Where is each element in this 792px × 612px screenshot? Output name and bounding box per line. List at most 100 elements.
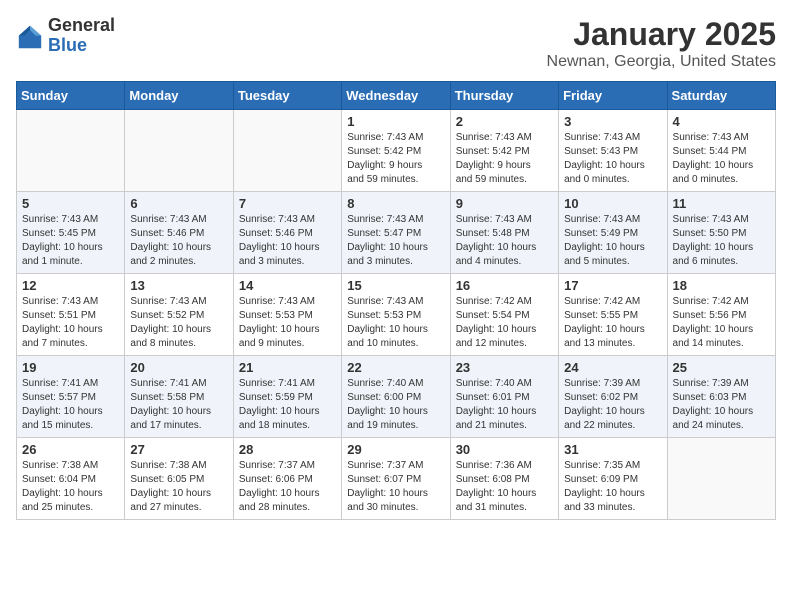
- location-title: Newnan, Georgia, United States: [547, 53, 776, 71]
- page-header: General Blue January 2025 Newnan, Georgi…: [16, 16, 776, 71]
- day-info: Sunrise: 7:43 AM Sunset: 5:45 PM Dayligh…: [22, 213, 119, 269]
- day-number: 8: [347, 196, 444, 211]
- calendar-cell: 21Sunrise: 7:41 AM Sunset: 5:59 PM Dayli…: [233, 356, 341, 438]
- day-number: 13: [130, 278, 227, 293]
- day-info: Sunrise: 7:40 AM Sunset: 6:00 PM Dayligh…: [347, 377, 444, 433]
- month-title: January 2025: [547, 16, 776, 53]
- calendar-row: 12 Sunrise: 7:43 AM Sunset: 5:51 PM Dayli…: [17, 274, 776, 356]
- day-number: 23: [456, 360, 553, 375]
- calendar-cell: 3 Sunrise: 7:43 AM Sunset: 5:43 PM Daylig…: [559, 110, 667, 192]
- calendar-cell: [125, 110, 233, 192]
- day-number: 19: [22, 360, 119, 375]
- day-number: 26: [22, 442, 119, 457]
- calendar-cell: 8 Sunrise: 7:43 AM Sunset: 5:47 PM Daylig…: [342, 192, 450, 274]
- calendar-cell: 18 Sunrise: 7:42 AM Sunset: 5:56 PM Dayli…: [667, 274, 775, 356]
- day-info: Sunrise: 7:39 AM Sunset: 6:02 PM Dayligh…: [564, 377, 661, 433]
- day-info: Sunrise: 7:43 AM Sunset: 5:52 PM Dayligh…: [130, 295, 227, 351]
- day-number: 10: [564, 196, 661, 211]
- day-number: 2: [456, 114, 553, 129]
- day-info: Sunrise: 7:41 AM Sunset: 5:58 PM Dayligh…: [130, 377, 227, 433]
- logo-blue: Blue: [48, 36, 115, 56]
- calendar-cell: 6 Sunrise: 7:43 AM Sunset: 5:46 PM Daylig…: [125, 192, 233, 274]
- day-info: Sunrise: 7:42 AM Sunset: 5:55 PM Dayligh…: [564, 295, 661, 351]
- calendar-cell: 15Sunrise: 7:43 AM Sunset: 5:53 PM Dayli…: [342, 274, 450, 356]
- day-info: Sunrise: 7:43 AM Sunset: 5:46 PM Dayligh…: [239, 213, 336, 269]
- logo-text: General Blue: [48, 16, 115, 56]
- calendar-cell: 17 Sunrise: 7:42 AM Sunset: 5:55 PM Dayli…: [559, 274, 667, 356]
- weekday-header: Thursday: [450, 82, 558, 110]
- day-number: 20: [130, 360, 227, 375]
- calendar-cell: 29 Sunrise: 7:37 AM Sunset: 6:07 PM Dayli…: [342, 438, 450, 520]
- day-info: Sunrise: 7:42 AM Sunset: 5:54 PM Dayligh…: [456, 295, 553, 351]
- calendar-cell: 7 Sunrise: 7:43 AM Sunset: 5:46 PM Daylig…: [233, 192, 341, 274]
- day-info: Sunrise: 7:43 AM Sunset: 5:51 PM Dayligh…: [22, 295, 119, 351]
- day-info: Sunrise: 7:41 AM Sunset: 5:59 PM Dayligh…: [239, 377, 336, 433]
- calendar-row: 26 Sunrise: 7:38 AM Sunset: 6:04 PM Dayli…: [17, 438, 776, 520]
- calendar-cell: 5 Sunrise: 7:43 AM Sunset: 5:45 PM Daylig…: [17, 192, 125, 274]
- day-info: Sunrise: 7:37 AM Sunset: 6:07 PM Dayligh…: [347, 459, 444, 515]
- calendar-cell: 27 Sunrise: 7:38 AM Sunset: 6:05 PM Dayli…: [125, 438, 233, 520]
- day-number: 17: [564, 278, 661, 293]
- day-info: Sunrise: 7:43 AM Sunset: 5:42 PM Dayligh…: [347, 131, 444, 187]
- day-info: Sunrise: 7:40 AM Sunset: 6:01 PM Dayligh…: [456, 377, 553, 433]
- calendar-cell: 19Sunrise: 7:41 AM Sunset: 5:57 PM Dayli…: [17, 356, 125, 438]
- calendar-cell: 26 Sunrise: 7:38 AM Sunset: 6:04 PM Dayli…: [17, 438, 125, 520]
- calendar-cell: 1Sunrise: 7:43 AM Sunset: 5:42 PM Daylig…: [342, 110, 450, 192]
- day-number: 3: [564, 114, 661, 129]
- calendar-row: 5 Sunrise: 7:43 AM Sunset: 5:45 PM Daylig…: [17, 192, 776, 274]
- day-number: 5: [22, 196, 119, 211]
- calendar-cell: 24 Sunrise: 7:39 AM Sunset: 6:02 PM Dayli…: [559, 356, 667, 438]
- calendar-cell: 12 Sunrise: 7:43 AM Sunset: 5:51 PM Dayli…: [17, 274, 125, 356]
- day-number: 25: [673, 360, 770, 375]
- day-info: Sunrise: 7:38 AM Sunset: 6:04 PM Dayligh…: [22, 459, 119, 515]
- day-number: 12: [22, 278, 119, 293]
- day-info: Sunrise: 7:43 AM Sunset: 5:50 PM Dayligh…: [673, 213, 770, 269]
- day-number: 22: [347, 360, 444, 375]
- day-number: 24: [564, 360, 661, 375]
- weekday-header: Sunday: [17, 82, 125, 110]
- day-info: Sunrise: 7:43 AM Sunset: 5:53 PM Dayligh…: [347, 295, 444, 351]
- day-number: 18: [673, 278, 770, 293]
- day-info: Sunrise: 7:43 AM Sunset: 5:44 PM Dayligh…: [673, 131, 770, 187]
- calendar-cell: 2 Sunrise: 7:43 AM Sunset: 5:42 PM Daylig…: [450, 110, 558, 192]
- day-info: Sunrise: 7:43 AM Sunset: 5:46 PM Dayligh…: [130, 213, 227, 269]
- calendar-cell: 31Sunrise: 7:35 AM Sunset: 6:09 PM Dayli…: [559, 438, 667, 520]
- calendar-cell: [17, 110, 125, 192]
- calendar-cell: 9 Sunrise: 7:43 AM Sunset: 5:48 PM Daylig…: [450, 192, 558, 274]
- day-info: Sunrise: 7:43 AM Sunset: 5:53 PM Dayligh…: [239, 295, 336, 351]
- day-info: Sunrise: 7:43 AM Sunset: 5:47 PM Dayligh…: [347, 213, 444, 269]
- calendar-cell: 23 Sunrise: 7:40 AM Sunset: 6:01 PM Dayli…: [450, 356, 558, 438]
- calendar-cell: [667, 438, 775, 520]
- day-info: Sunrise: 7:39 AM Sunset: 6:03 PM Dayligh…: [673, 377, 770, 433]
- day-number: 29: [347, 442, 444, 457]
- day-info: Sunrise: 7:43 AM Sunset: 5:42 PM Dayligh…: [456, 131, 553, 187]
- day-info: Sunrise: 7:42 AM Sunset: 5:56 PM Dayligh…: [673, 295, 770, 351]
- day-info: Sunrise: 7:35 AM Sunset: 6:09 PM Dayligh…: [564, 459, 661, 515]
- day-info: Sunrise: 7:43 AM Sunset: 5:43 PM Dayligh…: [564, 131, 661, 187]
- calendar-cell: 13 Sunrise: 7:43 AM Sunset: 5:52 PM Dayli…: [125, 274, 233, 356]
- calendar-cell: 28Sunrise: 7:37 AM Sunset: 6:06 PM Dayli…: [233, 438, 341, 520]
- day-number: 6: [130, 196, 227, 211]
- calendar-table: SundayMondayTuesdayWednesdayThursdayFrid…: [16, 81, 776, 520]
- logo: General Blue: [16, 16, 115, 56]
- calendar-cell: 10Sunrise: 7:43 AM Sunset: 5:49 PM Dayli…: [559, 192, 667, 274]
- calendar-cell: 4Sunrise: 7:43 AM Sunset: 5:44 PM Daylig…: [667, 110, 775, 192]
- calendar-cell: 20 Sunrise: 7:41 AM Sunset: 5:58 PM Dayli…: [125, 356, 233, 438]
- logo-icon: [16, 23, 44, 51]
- day-info: Sunrise: 7:43 AM Sunset: 5:48 PM Dayligh…: [456, 213, 553, 269]
- day-info: Sunrise: 7:38 AM Sunset: 6:05 PM Dayligh…: [130, 459, 227, 515]
- day-number: 27: [130, 442, 227, 457]
- calendar-cell: 22 Sunrise: 7:40 AM Sunset: 6:00 PM Dayli…: [342, 356, 450, 438]
- calendar-cell: 14Sunrise: 7:43 AM Sunset: 5:53 PM Dayli…: [233, 274, 341, 356]
- calendar-cell: 11Sunrise: 7:43 AM Sunset: 5:50 PM Dayli…: [667, 192, 775, 274]
- day-info: Sunrise: 7:37 AM Sunset: 6:06 PM Dayligh…: [239, 459, 336, 515]
- day-info: Sunrise: 7:36 AM Sunset: 6:08 PM Dayligh…: [456, 459, 553, 515]
- calendar-cell: 30Sunrise: 7:36 AM Sunset: 6:08 PM Dayli…: [450, 438, 558, 520]
- calendar-cell: [233, 110, 341, 192]
- weekday-header: Friday: [559, 82, 667, 110]
- weekday-header: Saturday: [667, 82, 775, 110]
- day-number: 7: [239, 196, 336, 211]
- calendar-cell: 16Sunrise: 7:42 AM Sunset: 5:54 PM Dayli…: [450, 274, 558, 356]
- day-number: 9: [456, 196, 553, 211]
- weekday-header: Monday: [125, 82, 233, 110]
